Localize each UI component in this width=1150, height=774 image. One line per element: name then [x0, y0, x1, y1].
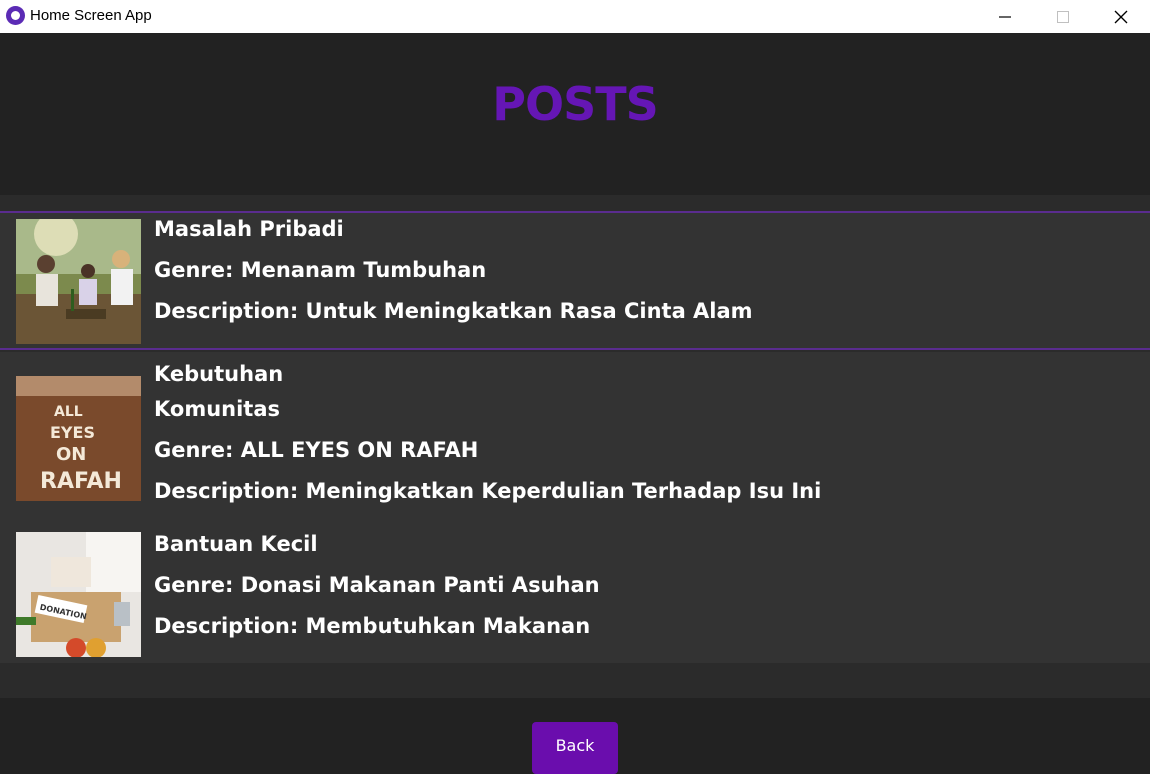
- back-button[interactable]: Back: [532, 722, 618, 774]
- all-eyes-on-rafah-photo: ALL EYES ON RAFAH: [16, 376, 141, 501]
- app-logo-icon: [6, 6, 25, 25]
- close-icon: [1114, 10, 1128, 23]
- window-titlebar: Home Screen App: [0, 0, 1150, 33]
- post-item[interactable]: Masalah Pribadi Genre: Menanam Tumbuhan …: [0, 211, 1150, 350]
- post-item[interactable]: ALL EYES ON RAFAH Kebutuhan Komunitas Ge…: [0, 352, 1150, 522]
- svg-text:RAFAH: RAFAH: [40, 469, 122, 494]
- post-title-line-2: Komunitas: [154, 397, 281, 421]
- post-description: Description: Untuk Meningkatkan Rasa Cin…: [154, 299, 753, 323]
- window-title: Home Screen App: [30, 7, 152, 24]
- svg-text:EYES: EYES: [50, 423, 95, 442]
- close-button[interactable]: [1092, 0, 1150, 33]
- post-genre: Genre: ALL EYES ON RAFAH: [154, 438, 479, 462]
- post-description: Description: Meningkatkan Keperdulian Te…: [154, 479, 822, 503]
- food-donation-photo: DONATION: [16, 532, 141, 657]
- post-genre: Genre: Donasi Makanan Panti Asuhan: [154, 573, 600, 597]
- maximize-icon: [1057, 10, 1069, 23]
- post-content: Masalah Pribadi Genre: Menanam Tumbuhan …: [154, 217, 753, 324]
- rafah-image-text: ALL: [54, 404, 83, 420]
- post-content: Kebutuhan Komunitas Genre: ALL EYES ON R…: [154, 362, 821, 504]
- family-planting-photo: [16, 219, 141, 344]
- post-content: Bantuan Kecil Genre: Donasi Makanan Pant…: [154, 532, 600, 639]
- post-title: Bantuan Kecil: [154, 532, 318, 556]
- page-header: POSTS: [0, 33, 1150, 195]
- minimize-icon: [999, 15, 1011, 18]
- post-item[interactable]: DONATION Bantuan Kecil Genre: Donasi Mak…: [0, 522, 1150, 663]
- post-description: Description: Membutuhkan Makanan: [154, 614, 591, 638]
- post-title: Kebutuhan: [154, 362, 284, 386]
- page-title: POSTS: [492, 77, 658, 131]
- post-genre: Genre: Menanam Tumbuhan: [154, 258, 487, 282]
- page-footer: Back: [0, 698, 1150, 774]
- maximize-button[interactable]: [1034, 0, 1092, 33]
- post-title: Masalah Pribadi: [154, 217, 344, 241]
- posts-list[interactable]: Masalah Pribadi Genre: Menanam Tumbuhan …: [0, 195, 1150, 698]
- svg-text:ON: ON: [56, 444, 86, 465]
- minimize-button[interactable]: [976, 0, 1034, 33]
